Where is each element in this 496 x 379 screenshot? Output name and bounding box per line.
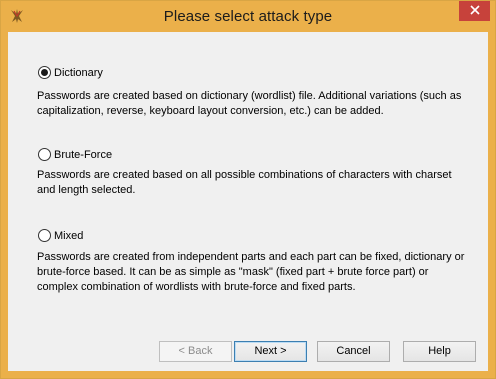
help-button[interactable]: Help xyxy=(403,341,476,362)
title-bar[interactable]: Please select attack type xyxy=(1,1,495,32)
radio-button-dictionary[interactable] xyxy=(38,66,51,79)
radio-label-brute-force[interactable]: Brute-Force xyxy=(54,149,112,161)
dialog-window: Please select attack type Dictionary Pas… xyxy=(0,0,496,379)
close-button[interactable] xyxy=(459,1,490,21)
description-brute-force: Passwords are created based on all possi… xyxy=(37,169,452,196)
dialog-body: Dictionary Passwords are created based o… xyxy=(8,32,488,371)
radio-button-mixed[interactable] xyxy=(38,229,51,242)
radio-button-brute-force[interactable] xyxy=(38,148,51,161)
radio-dictionary[interactable]: Dictionary xyxy=(38,66,103,79)
radio-label-mixed[interactable]: Mixed xyxy=(54,230,83,242)
radio-label-dictionary[interactable]: Dictionary xyxy=(54,67,103,79)
radio-brute-force[interactable]: Brute-Force xyxy=(38,148,112,161)
next-button[interactable]: Next > xyxy=(234,341,307,362)
window-title: Please select attack type xyxy=(163,8,333,25)
description-dictionary: Passwords are created based on dictionar… xyxy=(37,90,462,117)
radio-mixed[interactable]: Mixed xyxy=(38,229,83,242)
close-icon xyxy=(469,4,480,18)
back-button[interactable]: < Back xyxy=(159,341,232,362)
cancel-button[interactable]: Cancel xyxy=(317,341,390,362)
description-mixed: Passwords are created from independent p… xyxy=(37,251,465,293)
